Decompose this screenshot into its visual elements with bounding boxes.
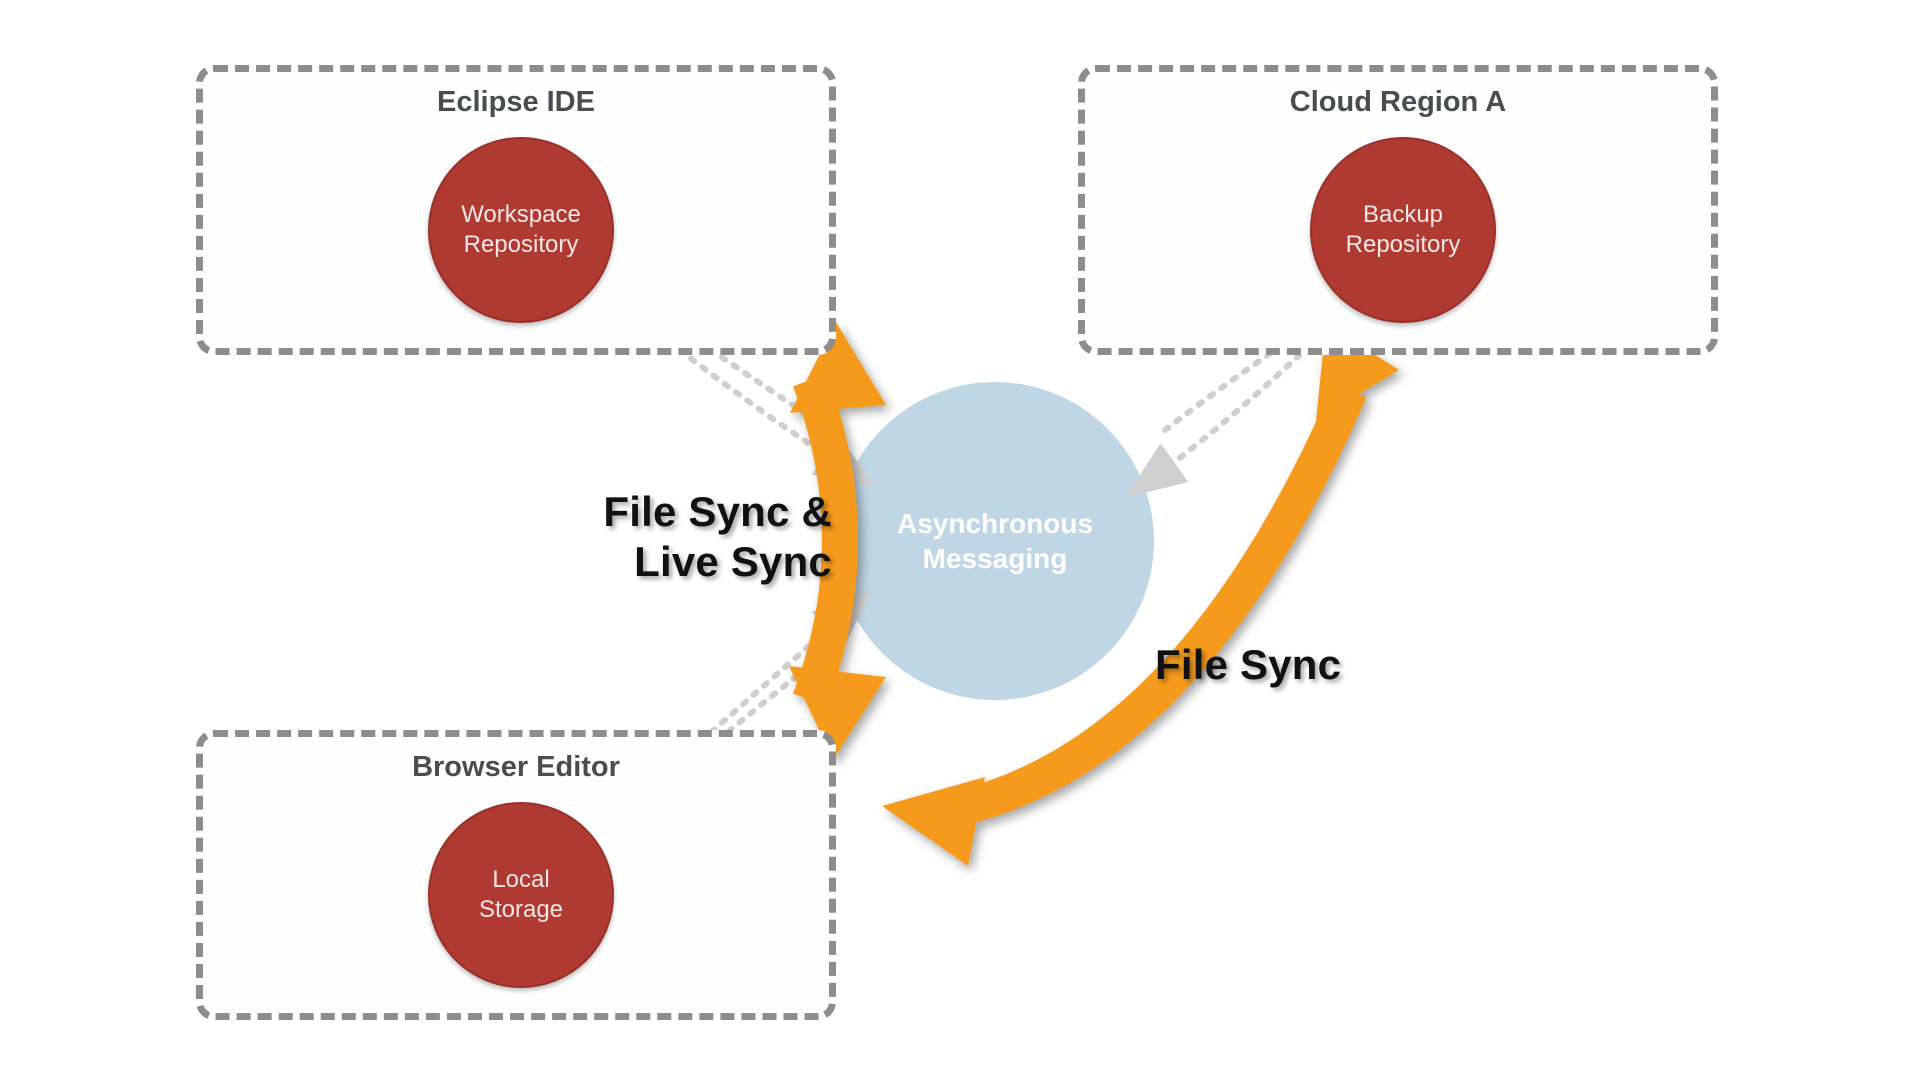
cloud-title: Cloud Region A: [1085, 86, 1711, 119]
browser-repo-line1: Local: [492, 866, 549, 893]
browser-repo-line2: Storage: [479, 896, 563, 923]
eclipse-title: Eclipse IDE: [203, 86, 829, 119]
local-storage-node: Local Storage: [428, 802, 614, 988]
cloud-box: Cloud Region A Backup Repository: [1078, 65, 1718, 355]
cloud-repo-line1: Backup: [1363, 201, 1443, 228]
browser-box: Browser Editor Local Storage: [196, 730, 836, 1020]
eclipse-box: Eclipse IDE Workspace Repository: [196, 65, 836, 355]
sync-left-line1: File Sync &: [603, 488, 832, 535]
sync-right-text: File Sync: [1155, 641, 1341, 688]
workspace-repository-node: Workspace Repository: [428, 137, 614, 323]
workspace-repo-line1: Workspace: [461, 201, 581, 228]
hub-circle: Asynchronous Messaging: [836, 382, 1154, 700]
hub-label-line2: Messaging: [923, 543, 1068, 574]
sync-left-line2: Live Sync: [634, 538, 832, 585]
diagram-canvas: Asynchronous Messaging: [0, 0, 1920, 1080]
hub-label: Asynchronous Messaging: [897, 506, 1093, 576]
hub-label-line1: Asynchronous: [897, 508, 1093, 539]
workspace-repo-line2: Repository: [464, 231, 579, 258]
file-sync-label: File Sync: [1155, 640, 1341, 690]
cloud-repository-node: Backup Repository: [1310, 137, 1496, 323]
cloud-repo-line2: Repository: [1346, 231, 1461, 258]
file-live-sync-label: File Sync & Live Sync: [592, 487, 832, 586]
browser-title: Browser Editor: [203, 751, 829, 784]
